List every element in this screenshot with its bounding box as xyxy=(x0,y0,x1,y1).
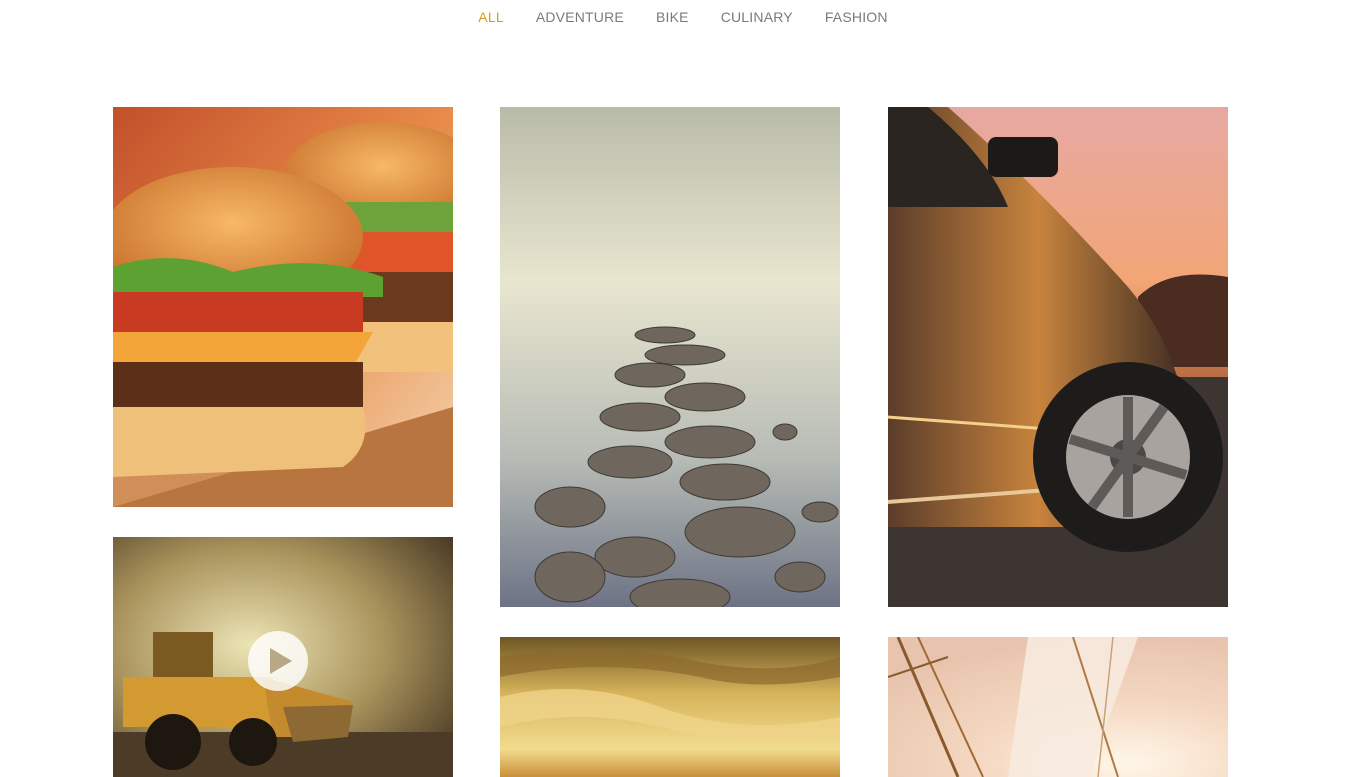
filter-all[interactable]: ALL xyxy=(462,0,520,34)
gallery-tile-wheel-loader[interactable] xyxy=(113,537,453,777)
play-icon xyxy=(270,648,292,674)
gallery-tile-car[interactable] xyxy=(888,107,1228,607)
filter-bike[interactable]: BIKE xyxy=(640,0,705,34)
car-sunset-photo xyxy=(888,107,1228,607)
gallery-tile-sailboat[interactable] xyxy=(888,637,1228,777)
gallery-tile-stones[interactable] xyxy=(500,107,840,607)
sailboat-photo xyxy=(888,637,1228,777)
gallery-tile-burger[interactable] xyxy=(113,107,453,507)
portfolio-filter-nav: ALL ADVENTURE BIKE CULINARY FASHION xyxy=(0,0,1366,34)
filter-fashion[interactable]: FASHION xyxy=(809,0,904,34)
filter-adventure[interactable]: ADVENTURE xyxy=(520,0,640,34)
play-video-button[interactable] xyxy=(248,631,308,691)
burger-photo xyxy=(113,107,453,507)
gallery-tile-golden-clouds[interactable] xyxy=(500,637,840,777)
filter-culinary[interactable]: CULINARY xyxy=(705,0,809,34)
stones-in-water-photo xyxy=(500,107,840,607)
golden-clouds-photo xyxy=(500,637,840,777)
